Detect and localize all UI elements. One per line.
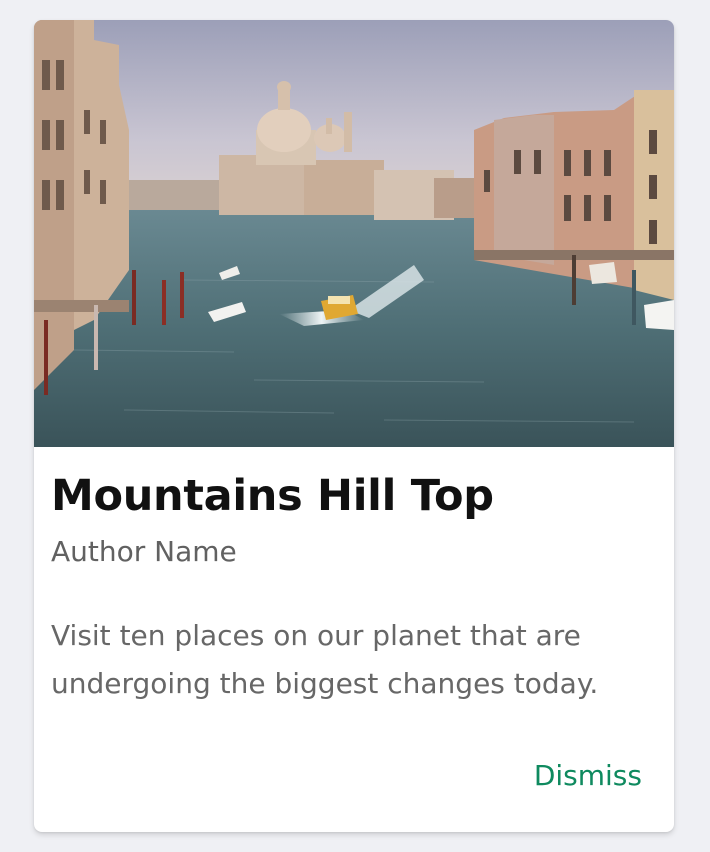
- card-image: [34, 20, 674, 447]
- card-title: Mountains Hill Top: [51, 471, 494, 521]
- article-card: Mountains Hill Top Author Name Visit ten…: [34, 20, 674, 832]
- card-author: Author Name: [51, 535, 237, 568]
- dismiss-button[interactable]: Dismiss: [534, 756, 642, 796]
- card-description: Visit ten places on our planet that are …: [51, 619, 599, 700]
